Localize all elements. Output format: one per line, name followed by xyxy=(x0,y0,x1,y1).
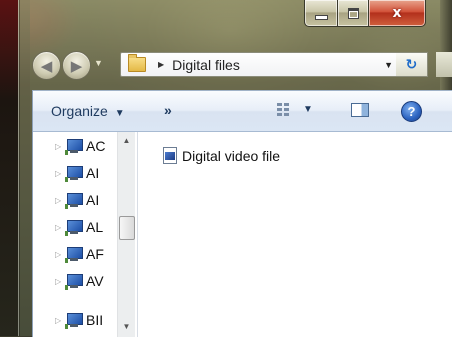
address-dropdown-icon[interactable]: ▼ xyxy=(384,60,393,70)
file-item[interactable]: Digital video file xyxy=(163,147,280,164)
explorer-client-area: Organize ▼ » ▼ ? ▷ AC ▷ AI ▷ AI ▷ AL ▷ A… xyxy=(32,90,452,337)
expand-arrow-icon[interactable]: ▷ xyxy=(55,316,65,325)
recent-pages-dropdown[interactable]: ▼ xyxy=(94,58,103,68)
expand-arrow-icon[interactable]: ▷ xyxy=(55,250,65,259)
file-name: Digital video file xyxy=(182,147,281,164)
refresh-icon: ↻ xyxy=(405,56,418,72)
scroll-up-icon[interactable]: ▲ xyxy=(118,132,135,149)
preview-pane-icon[interactable] xyxy=(351,103,369,117)
address-bar[interactable]: ▶ Digital files ▼ xyxy=(120,52,402,77)
nav-item-computer[interactable]: ▷ AV xyxy=(55,268,104,294)
nav-item-label: AI xyxy=(86,192,100,208)
nav-item-label: AL xyxy=(86,219,104,235)
network-computer-icon xyxy=(65,246,83,263)
network-computer-icon xyxy=(65,138,83,155)
expand-arrow-icon[interactable]: ▷ xyxy=(55,223,65,232)
expand-arrow-icon[interactable]: ▷ xyxy=(55,277,65,286)
change-view-button[interactable]: ▼ xyxy=(277,103,313,116)
network-computer-icon xyxy=(65,165,83,182)
forward-arrow-icon: ▶ xyxy=(70,57,83,75)
nav-item-label: AF xyxy=(86,246,104,262)
organize-menu-button[interactable]: Organize ▼ xyxy=(51,103,125,119)
nav-pane-scrollbar[interactable]: ▲ ▼ xyxy=(117,132,135,337)
nav-item-label: AV xyxy=(86,273,104,289)
network-computer-icon xyxy=(65,273,83,290)
command-bar: Organize ▼ » ▼ ? xyxy=(33,91,452,132)
video-file-icon xyxy=(163,147,177,164)
chevron-down-icon: ▼ xyxy=(303,104,313,115)
search-box-edge[interactable] xyxy=(436,52,452,77)
back-button[interactable]: ◀ xyxy=(32,51,61,80)
expand-arrow-icon[interactable]: ▷ xyxy=(55,196,65,205)
close-button[interactable]: x xyxy=(369,0,426,27)
nav-item-computer[interactable]: ▷ AC xyxy=(55,133,105,159)
refresh-button[interactable]: ↻ xyxy=(396,52,428,77)
more-commands-button[interactable]: » xyxy=(164,102,172,118)
nav-item-computer[interactable]: ▷ AI xyxy=(55,160,99,186)
minimize-button[interactable] xyxy=(304,0,338,27)
scroll-down-icon[interactable]: ▼ xyxy=(118,318,135,335)
close-icon: x xyxy=(392,5,402,21)
nav-item-computer[interactable]: ▷ AI xyxy=(55,187,99,213)
network-computer-icon xyxy=(65,219,83,236)
organize-label: Organize xyxy=(51,103,108,119)
maximize-button[interactable] xyxy=(338,0,369,27)
chevron-down-icon: ▼ xyxy=(114,108,125,119)
forward-button[interactable]: ▶ xyxy=(62,51,91,80)
help-icon[interactable]: ? xyxy=(401,101,422,122)
nav-item-label: AC xyxy=(86,138,106,154)
views-icon xyxy=(277,103,289,116)
maximize-icon xyxy=(347,7,359,19)
nav-item-computer[interactable]: ▷ AF xyxy=(55,241,104,267)
chevron-down-icon: ▼ xyxy=(94,58,103,68)
expand-arrow-icon[interactable]: ▷ xyxy=(55,169,65,178)
breadcrumb-digital-files[interactable]: Digital files xyxy=(172,57,240,73)
nav-item-label: AI xyxy=(86,165,100,181)
back-arrow-icon: ◀ xyxy=(40,57,53,75)
network-computer-icon xyxy=(65,312,83,329)
caption-buttons: x xyxy=(304,0,442,28)
folder-icon xyxy=(128,54,146,72)
network-computer-icon xyxy=(65,192,83,209)
minimize-icon xyxy=(314,14,328,20)
nav-item-label: BII xyxy=(86,312,104,328)
nav-item-computer[interactable]: ▷ BII xyxy=(55,307,103,333)
scrollbar-thumb[interactable] xyxy=(119,216,135,240)
navigation-pane: ▷ AC ▷ AI ▷ AI ▷ AL ▷ AF ▷ AV ▷ BII ▲ ▼ xyxy=(33,132,138,337)
expand-arrow-icon[interactable]: ▷ xyxy=(55,142,65,151)
nav-item-computer[interactable]: ▷ AL xyxy=(55,214,103,240)
breadcrumb-separator-icon[interactable]: ▶ xyxy=(158,60,164,69)
